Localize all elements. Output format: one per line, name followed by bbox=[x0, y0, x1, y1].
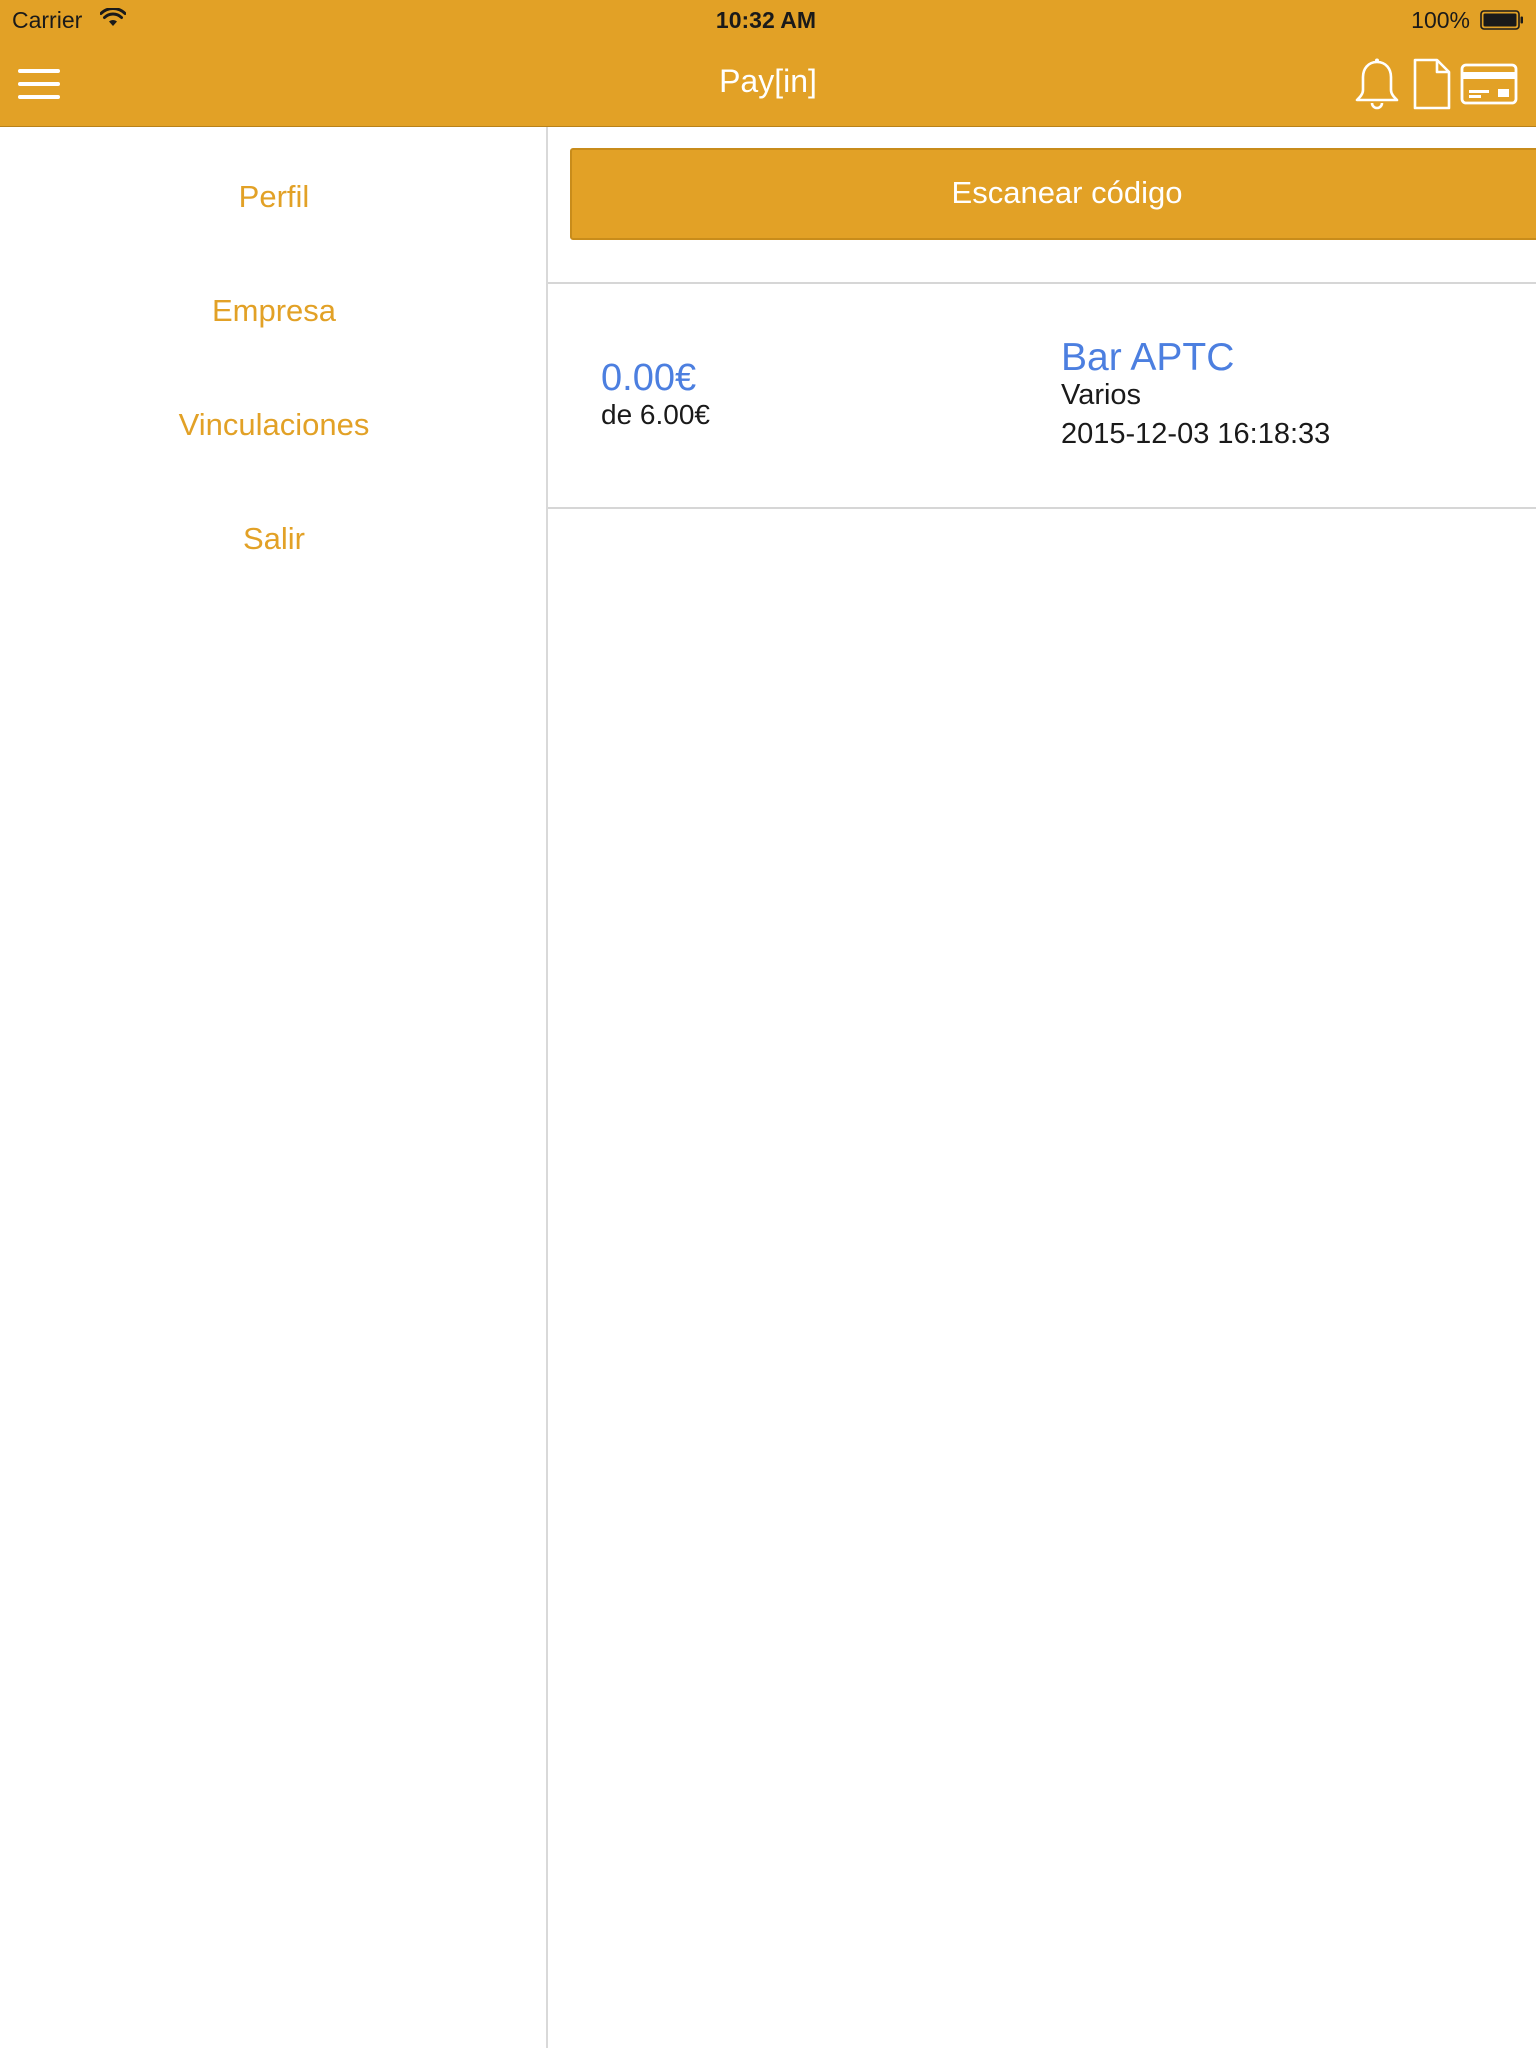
nav-bar: Pay[in] bbox=[0, 40, 1536, 126]
transaction-row[interactable]: 0.00€ de 6.00€ Bar APTC Varios 2015-12-0… bbox=[548, 284, 1536, 510]
document-icon[interactable] bbox=[1412, 57, 1452, 111]
credit-card-icon[interactable] bbox=[1460, 63, 1518, 105]
status-bar: Carrier 10:32 AM 100% bbox=[0, 0, 1536, 40]
battery-percent: 100% bbox=[1411, 7, 1470, 33]
sidebar-item-perfil[interactable]: Perfil bbox=[0, 179, 548, 215]
transaction-total: de 6.00€ bbox=[601, 399, 710, 430]
scan-code-button[interactable]: Escanear código bbox=[570, 148, 1536, 240]
transaction-category: Varios bbox=[1061, 379, 1142, 411]
app-title: Pay[in] bbox=[719, 63, 817, 99]
transaction-amount: 0.00€ bbox=[601, 357, 697, 399]
top-bar: Carrier 10:32 AM 100% Pay[in] bbox=[0, 0, 1536, 127]
sidebar-item-empresa[interactable]: Empresa bbox=[0, 293, 548, 329]
sidebar: Perfil Empresa Vinculaciones Salir bbox=[0, 127, 548, 2048]
divider bbox=[548, 507, 1536, 509]
main-content: Escanear código 0.00€ de 6.00€ Bar APTC … bbox=[548, 127, 1536, 2048]
battery-icon bbox=[1480, 10, 1523, 30]
sidebar-item-salir[interactable]: Salir bbox=[0, 521, 548, 557]
bell-icon[interactable] bbox=[1354, 57, 1400, 111]
sidebar-item-vinculaciones[interactable]: Vinculaciones bbox=[0, 407, 548, 443]
clock: 10:32 AM bbox=[715, 7, 817, 33]
transaction-datetime: 2015-12-03 16:18:33 bbox=[1061, 418, 1331, 450]
scan-code-button-label: Escanear código bbox=[951, 175, 1183, 210]
transaction-merchant: Bar APTC bbox=[1061, 336, 1235, 379]
